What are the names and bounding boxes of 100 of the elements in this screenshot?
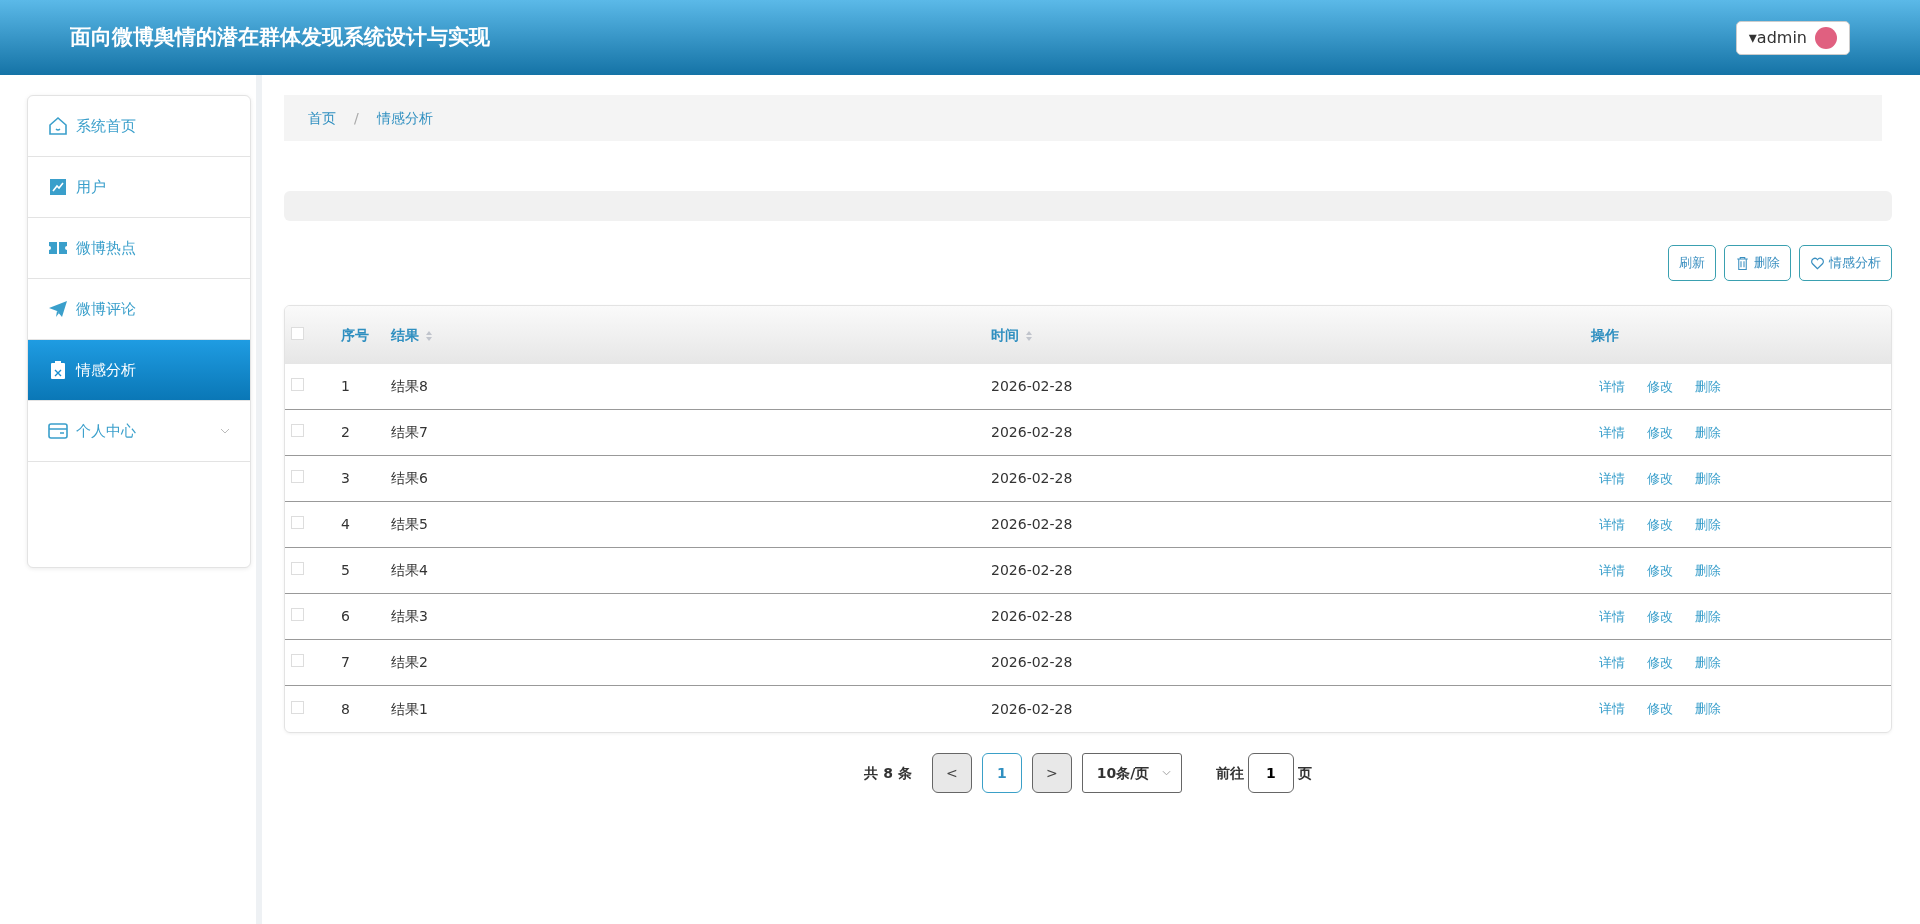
sidebar-item-label: 情感分析 xyxy=(76,359,136,381)
action-link[interactable]: 修改 xyxy=(1647,652,1673,673)
avatar-icon xyxy=(1815,26,1837,49)
table-cell: 3 xyxy=(341,470,350,486)
column-header[interactable]: 结果 xyxy=(391,326,419,343)
checkbox[interactable] xyxy=(291,608,304,621)
app-title: 面向微博舆情的潜在群体发现系统设计与实现 xyxy=(70,23,490,51)
toolbar-button[interactable]: 删除 xyxy=(1724,245,1791,281)
action-link[interactable]: 详情 xyxy=(1599,514,1625,535)
action-link[interactable]: 修改 xyxy=(1647,606,1673,627)
table-cell: 结果4 xyxy=(391,562,428,578)
sidebar-item[interactable]: 情感分析 xyxy=(28,340,250,401)
next-page-button[interactable]: > xyxy=(1031,753,1072,793)
sidebar-item-label: 系统首页 xyxy=(76,115,136,137)
sidebar-item-label: 微博热点 xyxy=(76,237,136,259)
action-link[interactable]: 修改 xyxy=(1647,699,1673,719)
table-cell: 1 xyxy=(341,378,350,394)
column-header[interactable]: 操作 xyxy=(1591,326,1619,343)
sidebar-item[interactable]: 系统首页 xyxy=(28,96,250,157)
table-cell: 结果7 xyxy=(391,424,428,440)
breadcrumb-separator: / xyxy=(354,108,359,128)
table-cell: 2026-02-28 xyxy=(991,424,1073,440)
table-cell: 6 xyxy=(341,608,350,624)
paper-plane-icon xyxy=(48,299,68,319)
chart-icon xyxy=(48,177,68,197)
action-link[interactable]: 删除 xyxy=(1695,560,1721,581)
action-link[interactable]: 详情 xyxy=(1599,560,1625,581)
table-cell: 5 xyxy=(341,562,350,578)
table-cell: 2 xyxy=(341,424,350,440)
action-link[interactable]: 删除 xyxy=(1695,699,1721,719)
sort-icon[interactable] xyxy=(1025,329,1033,342)
checkbox[interactable] xyxy=(291,378,304,391)
table-cell: 2026-02-28 xyxy=(991,378,1073,394)
page-button[interactable]: 1 xyxy=(981,753,1022,793)
table-cell: 结果8 xyxy=(391,378,428,394)
sidebar-item-label: 个人中心 xyxy=(76,420,136,442)
toolbar-button[interactable]: 情感分析 xyxy=(1799,245,1892,281)
action-link[interactable]: 修改 xyxy=(1647,560,1673,581)
action-link[interactable]: 修改 xyxy=(1647,514,1673,535)
checkbox[interactable] xyxy=(291,424,304,437)
breadcrumb-link[interactable]: 首页 xyxy=(308,107,336,129)
sidebar-item-label: 用户 xyxy=(76,176,106,198)
column-header[interactable]: 时间 xyxy=(991,326,1019,343)
action-link[interactable]: 修改 xyxy=(1647,468,1673,489)
checkbox[interactable] xyxy=(291,654,304,667)
action-link[interactable]: 删除 xyxy=(1695,652,1721,673)
checkbox[interactable] xyxy=(291,562,304,575)
user-menu-button[interactable]: ▾admin xyxy=(1735,20,1850,55)
action-link[interactable]: 详情 xyxy=(1599,468,1625,489)
trash-icon xyxy=(1735,255,1750,271)
checkbox[interactable] xyxy=(291,470,304,483)
action-link[interactable]: 修改 xyxy=(1647,422,1673,443)
table-cell: 结果5 xyxy=(391,516,428,532)
table-cell: 结果3 xyxy=(391,608,428,624)
table-cell: 2026-02-28 xyxy=(991,516,1073,532)
table-cell: 7 xyxy=(341,654,350,670)
page-size-select[interactable]: 10条/页 xyxy=(1081,753,1182,793)
action-link[interactable]: 修改 xyxy=(1647,376,1673,397)
breadcrumb-link[interactable]: 情感分析 xyxy=(376,107,433,129)
action-link[interactable]: 详情 xyxy=(1599,606,1625,627)
table-cell: 2026-02-28 xyxy=(991,562,1073,578)
checkbox[interactable] xyxy=(291,700,304,714)
checkbox[interactable] xyxy=(291,326,304,340)
table-cell: 4 xyxy=(341,516,350,532)
action-link[interactable]: 详情 xyxy=(1599,699,1625,719)
table-cell: 2026-02-28 xyxy=(991,700,1073,717)
column-header[interactable]: 序号 xyxy=(341,326,369,343)
total-count: 共 8 条 xyxy=(864,763,912,783)
sidebar-item[interactable]: 用户 xyxy=(28,157,250,218)
action-link[interactable]: 详情 xyxy=(1599,422,1625,443)
checkbox[interactable] xyxy=(291,516,304,529)
sort-icon[interactable] xyxy=(425,329,433,342)
sidebar-item-label: 微博评论 xyxy=(76,298,136,320)
home-icon xyxy=(48,116,68,136)
table-cell: 结果1 xyxy=(391,700,428,717)
action-link[interactable]: 删除 xyxy=(1695,376,1721,397)
action-link[interactable]: 详情 xyxy=(1599,376,1625,397)
action-link[interactable]: 删除 xyxy=(1695,606,1721,627)
table-cell: 结果6 xyxy=(391,470,428,486)
table-cell: 2026-02-28 xyxy=(991,608,1073,624)
table-cell: 2026-02-28 xyxy=(991,470,1073,486)
goto-label: 前往 xyxy=(1215,763,1244,783)
table-cell: 2026-02-28 xyxy=(991,654,1073,670)
page-input[interactable]: 1 xyxy=(1247,753,1294,793)
toolbar-button[interactable]: 刷新 xyxy=(1668,245,1716,281)
chevron-down-icon xyxy=(1161,770,1171,776)
sidebar-item[interactable]: 微博热点 xyxy=(28,218,250,279)
table-cell: 结果2 xyxy=(391,654,428,670)
previous-page-button[interactable]: < xyxy=(931,753,972,793)
clipboard-icon xyxy=(48,360,68,380)
sidebar-item[interactable]: 个人中心 xyxy=(28,401,250,462)
action-link[interactable]: 删除 xyxy=(1695,468,1721,489)
action-link[interactable]: 删除 xyxy=(1695,514,1721,535)
heart-icon xyxy=(1810,255,1825,271)
chevron-down-icon xyxy=(220,428,230,434)
action-link[interactable]: 详情 xyxy=(1599,652,1625,673)
page-suffix: 页 xyxy=(1297,763,1312,783)
action-link[interactable]: 删除 xyxy=(1695,422,1721,443)
table-cell: 8 xyxy=(341,700,350,717)
card-icon xyxy=(48,421,68,441)
